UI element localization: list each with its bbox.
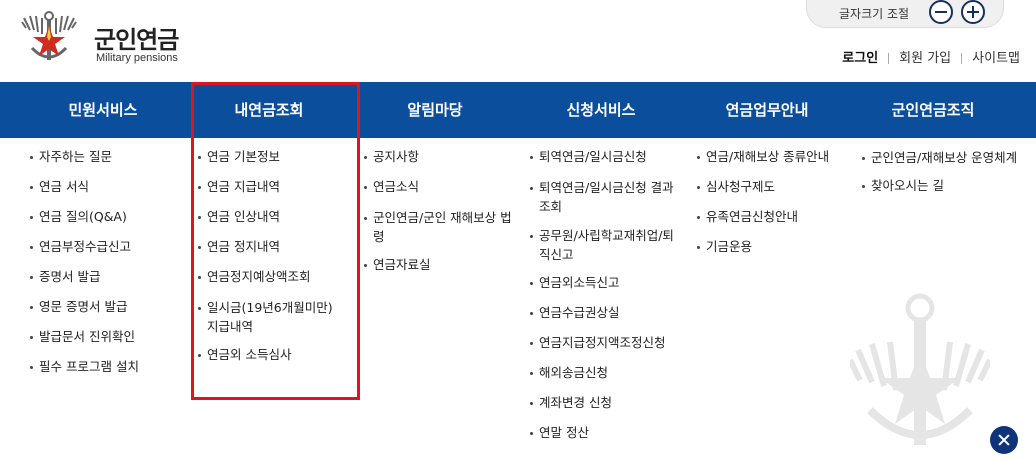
menu-item[interactable]: 연금외 소득심사: [198, 344, 353, 366]
menu-item[interactable]: 연금외소득신고: [530, 272, 690, 294]
menu-item[interactable]: 계좌변경 신청: [530, 392, 690, 414]
menu-item[interactable]: 군인연금/군인 재해보상 법령: [364, 206, 516, 246]
divider: [961, 53, 963, 64]
font-size-label: 글자크기 조절: [839, 7, 910, 21]
menu-item[interactable]: 연금 인상내역: [198, 206, 353, 228]
sitemap-link[interactable]: 사이트맵: [972, 51, 1020, 66]
nav-org[interactable]: 군인연금조직: [850, 82, 1016, 138]
menu-item[interactable]: 연금소식: [364, 176, 519, 198]
menu-item[interactable]: 심사청구제도: [697, 176, 857, 198]
nav-my-pension[interactable]: 내연금조회: [186, 82, 352, 138]
close-icon[interactable]: [990, 426, 1018, 454]
menu-item[interactable]: 연금 지급내역: [198, 176, 353, 198]
menu-item[interactable]: 연말 정산: [530, 422, 690, 444]
menu-item[interactable]: 연금 기본정보: [198, 146, 353, 168]
menu-item[interactable]: 유족연금신청안내: [697, 206, 857, 228]
divider: [888, 53, 890, 64]
military-emblem-watermark-icon: [850, 293, 990, 445]
menu-item[interactable]: 공무원/사립학교재취업/퇴직신고: [530, 224, 680, 264]
nav-guide[interactable]: 연금업무안내: [684, 82, 850, 138]
submenu-civil-service: 자주하는 질문 연금 서식 연금 질의(Q&A) 연금부정수급신고 증명서 발급…: [30, 146, 180, 386]
submenu-my-pension: 연금 기본정보 연금 지급내역 연금 인상내역 연금 정지내역 연금정지예상액조…: [198, 146, 353, 374]
logo-title: 군인연금: [94, 26, 179, 54]
menu-item[interactable]: 일시금(19년6개월미만) 지급내역: [198, 296, 348, 336]
menu-item[interactable]: 연금부정수급신고: [30, 236, 180, 258]
menu-item[interactable]: 연금 정지내역: [198, 236, 353, 258]
menu-item[interactable]: 연금수급권상실: [530, 302, 690, 324]
menu-item[interactable]: 해외송금신청: [530, 362, 690, 384]
nav-notice[interactable]: 알림마당: [352, 82, 518, 138]
submenu-apply: 퇴역연금/일시금신청 퇴역연금/일시금신청 결과조회 공무원/사립학교재취업/퇴…: [530, 146, 690, 452]
military-emblem-icon: [21, 11, 77, 60]
menu-item[interactable]: 연금정지예상액조회: [198, 266, 353, 288]
font-size-increase-button[interactable]: [961, 0, 985, 24]
nav-civil-service[interactable]: 민원서비스: [20, 82, 186, 138]
util-links: 로그인 회원 가입 사이트맵: [842, 47, 1020, 66]
menu-item[interactable]: 발급문서 진위확인: [30, 326, 180, 348]
menu-item[interactable]: 영문 증명서 발급: [30, 296, 180, 318]
menu-item[interactable]: 연금 서식: [30, 176, 180, 198]
signup-link[interactable]: 회원 가입: [899, 51, 951, 66]
font-size-decrease-button[interactable]: [929, 0, 953, 24]
menu-item[interactable]: 퇴역연금/일시금신청: [530, 146, 690, 168]
header: 군인연금 Military pensions 글자크기 조절 로그인 회원 가입 사…: [0, 0, 1036, 82]
login-link[interactable]: 로그인: [842, 51, 878, 66]
menu-item[interactable]: 기금운용: [697, 236, 857, 258]
menu-item[interactable]: 퇴역연금/일시금신청 결과조회: [530, 176, 685, 216]
submenu-guide: 연금/재해보상 종류안내 심사청구제도 유족연금신청안내 기금운용: [697, 146, 857, 266]
menu-item[interactable]: 군인연금/재해보상 운영체계: [862, 146, 1020, 167]
submenu-notice: 공지사항 연금소식 군인연금/군인 재해보상 법령 연금자료실: [364, 146, 519, 284]
font-size-control: 글자크기 조절: [806, 0, 1004, 28]
nav-apply[interactable]: 신청서비스: [518, 82, 684, 138]
menu-item[interactable]: 공지사항: [364, 146, 519, 168]
menu-item[interactable]: 자주하는 질문: [30, 146, 180, 168]
submenu-org: 군인연금/재해보상 운영체계 찾아오시는 길: [862, 146, 1022, 205]
menu-item[interactable]: 증명서 발급: [30, 266, 180, 288]
menu-item[interactable]: 찾아오시는 길: [862, 175, 1022, 197]
menu-item[interactable]: 연금/재해보상 종류안내: [697, 146, 857, 168]
logo-subtitle: Military pensions: [96, 52, 178, 64]
menu-item[interactable]: 필수 프로그램 설치: [30, 356, 180, 378]
menu-item[interactable]: 연금지급정지액조정신청: [530, 332, 690, 354]
main-nav: 민원서비스 내연금조회 알림마당 신청서비스 연금업무안내 군인연금조직: [0, 82, 1036, 138]
menu-item[interactable]: 연금 질의(Q&A): [30, 206, 180, 228]
logo[interactable]: 군인연금 Military pensions: [18, 8, 198, 68]
menu-item[interactable]: 연금자료실: [364, 254, 519, 276]
